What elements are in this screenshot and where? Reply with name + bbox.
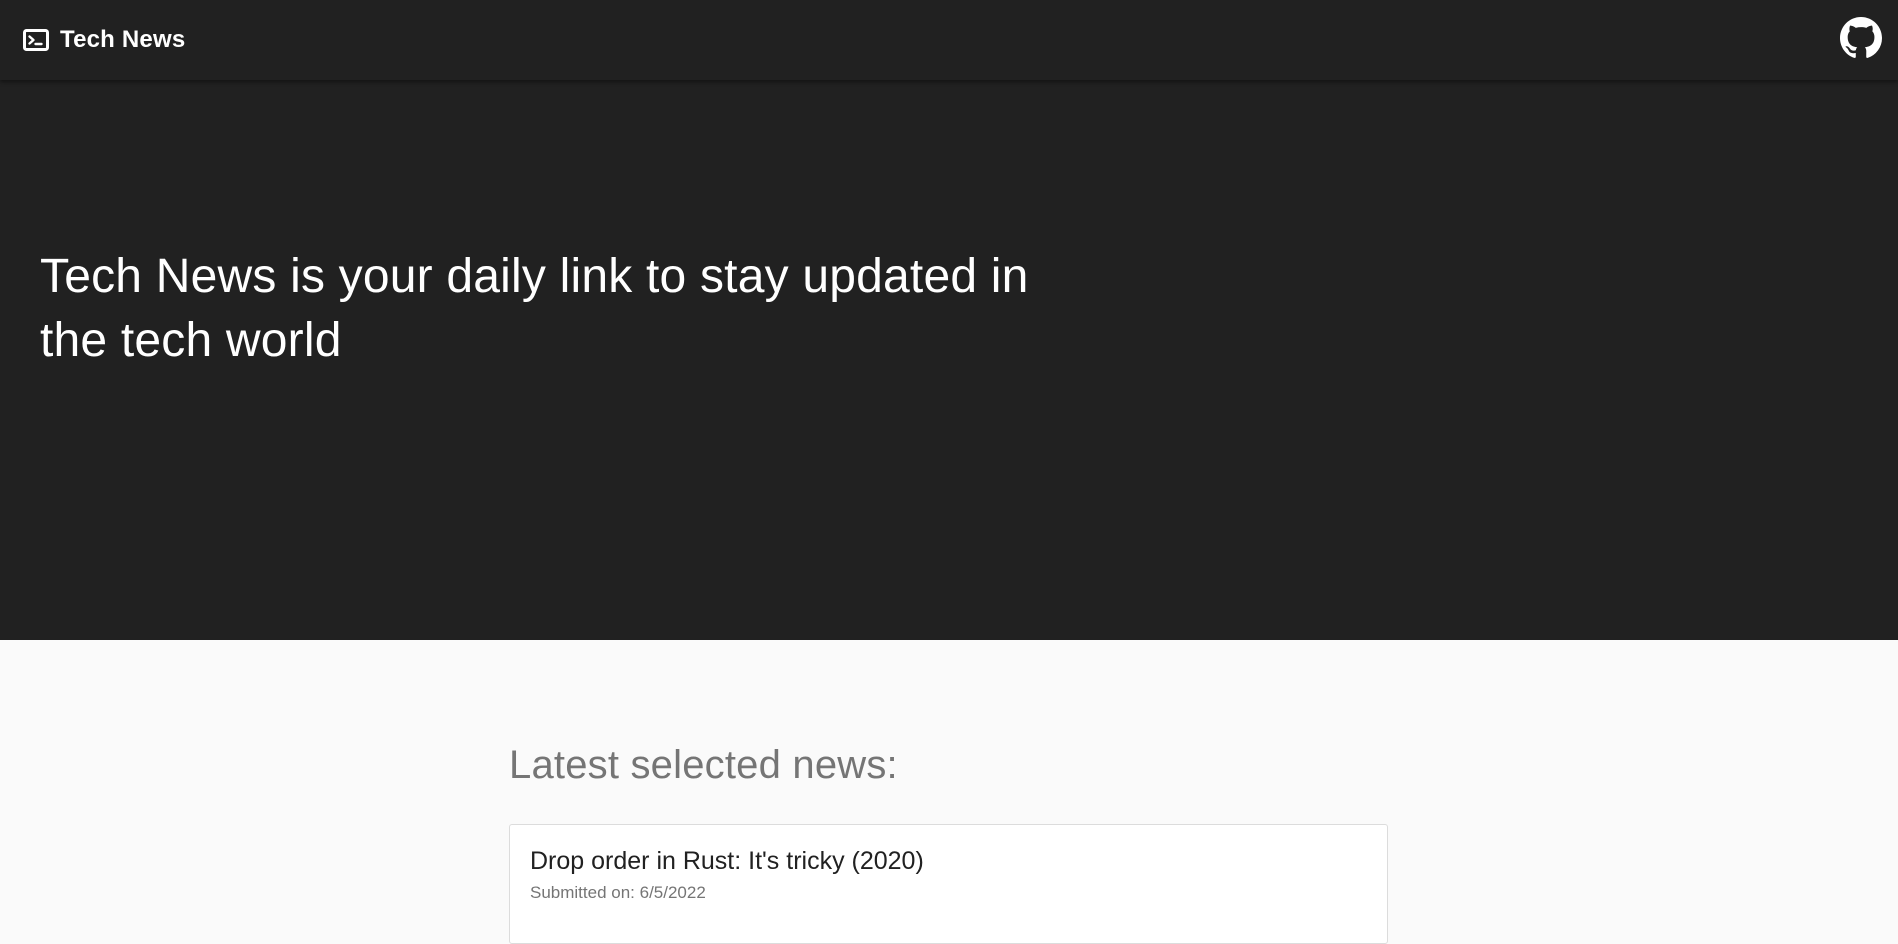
top-app-bar: Tech News [0, 0, 1898, 80]
hero-banner: Tech News is your daily link to stay upd… [0, 80, 1898, 640]
news-section: Latest selected news: Drop order in Rust… [509, 640, 1389, 944]
terminal-icon [22, 28, 50, 52]
news-card[interactable]: Drop order in Rust: It's tricky (2020) S… [509, 824, 1388, 944]
news-submitted-date: Submitted on: 6/5/2022 [530, 883, 706, 902]
section-title: Latest selected news: [509, 743, 898, 787]
github-link[interactable] [1840, 16, 1882, 64]
app-title[interactable]: Tech News [60, 26, 185, 54]
news-title[interactable]: Drop order in Rust: It's tricky (2020) [530, 845, 1367, 877]
hero-tagline: Tech News is your daily link to stay upd… [40, 250, 1029, 367]
github-icon [1840, 16, 1882, 64]
